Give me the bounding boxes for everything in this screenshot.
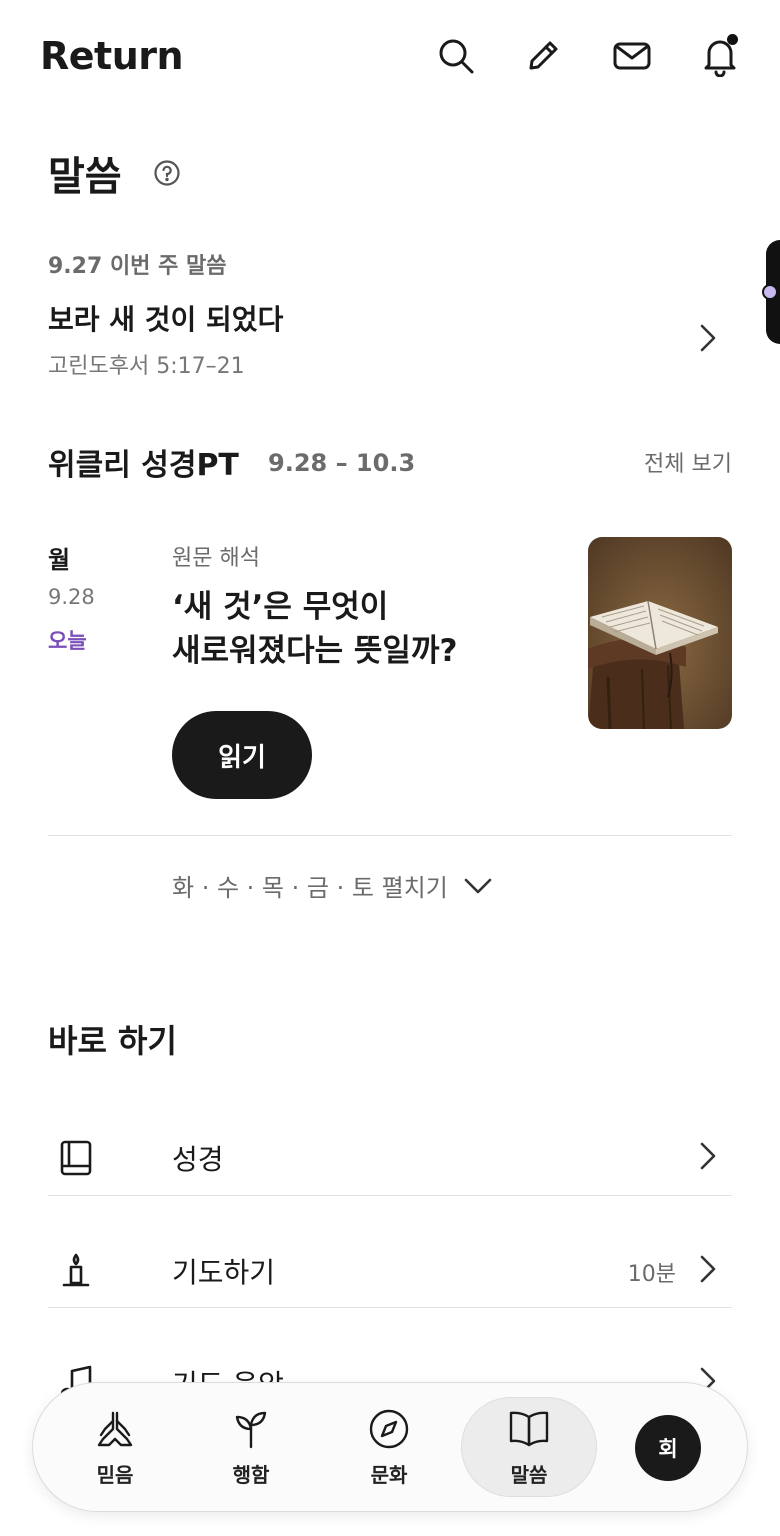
app-title: Return: [40, 34, 184, 78]
open-book-icon: [509, 1411, 549, 1446]
weekly-word-subtitle: 9.27 이번 주 말씀: [48, 254, 227, 279]
article-category: 원문 해석: [172, 546, 260, 571]
weekly-word-title: 보라 새 것이 되었다: [48, 303, 284, 336]
notification-button[interactable]: [698, 34, 742, 78]
notification-dot: [727, 34, 738, 45]
tab-faith[interactable]: 믿음: [47, 1397, 183, 1497]
pencil-icon: [529, 41, 558, 70]
tab-label: 행함: [232, 1462, 270, 1487]
day-date: 9.28: [48, 585, 95, 609]
quick-actions-title: 바로 하기: [48, 1022, 177, 1060]
mail-button[interactable]: [610, 34, 654, 78]
chevron-right-icon: [700, 324, 716, 352]
candle-icon: [62, 1253, 90, 1287]
quick-item-prayer[interactable]: 기도하기 10분: [48, 1231, 732, 1343]
sprout-icon: [235, 1411, 267, 1448]
quick-item-bible[interactable]: 성경: [48, 1118, 732, 1230]
view-all-link[interactable]: 전체 보기: [644, 446, 732, 478]
tab-action[interactable]: 행함: [183, 1397, 319, 1497]
chevron-right-icon: [700, 1255, 716, 1283]
praying-hands-icon: [97, 1411, 133, 1446]
quick-item-duration: 10분: [627, 1262, 676, 1287]
quick-item-label: 기도하기: [172, 1256, 276, 1289]
article-thumbnail[interactable]: [588, 537, 732, 729]
help-icon[interactable]: [152, 158, 182, 188]
page-title: 말씀: [48, 154, 122, 200]
tab-word[interactable]: 말씀: [461, 1397, 597, 1497]
article-title-line: ‘새 것’은 무엇이: [172, 589, 389, 625]
mail-icon: [613, 42, 651, 70]
search-icon: [439, 39, 474, 74]
quick-item-label: 성경: [172, 1143, 224, 1176]
tab-culture[interactable]: 문화: [321, 1397, 457, 1497]
expand-week-button[interactable]: 화 · 수 · 목 · 금 · 토 펼치기: [172, 868, 494, 903]
divider: [48, 835, 732, 836]
tab-label: 문화: [370, 1462, 408, 1487]
divider: [48, 1307, 732, 1308]
tab-label: 믿음: [96, 1462, 134, 1487]
avatar[interactable]: 회: [635, 1415, 701, 1481]
tab-label: 말씀: [510, 1462, 548, 1487]
expand-label: 화 · 수 · 목 · 금 · 토 펼치기: [172, 874, 448, 902]
edge-panel-dot: [762, 284, 778, 300]
today-badge: 오늘: [48, 629, 87, 653]
divider: [48, 1195, 732, 1196]
weekly-word-reference: 고린도후서 5:17–21: [48, 354, 245, 379]
weekly-pt-title: 위클리 성경PT: [48, 448, 239, 483]
search-button[interactable]: [434, 34, 478, 78]
article-title[interactable]: ‘새 것’은 무엇이 새로워졌다는 뜻일까?: [172, 585, 572, 673]
chevron-right-icon: [700, 1142, 716, 1170]
book-icon: [60, 1140, 92, 1176]
chevron-down-icon: [464, 878, 492, 893]
weekly-pt-range: 9.28 – 10.3: [268, 449, 416, 477]
day-name: 월: [48, 546, 71, 574]
write-button[interactable]: [521, 34, 565, 78]
compass-icon: [369, 1409, 409, 1448]
read-button[interactable]: 읽기: [172, 711, 312, 799]
bottom-tab-bar: 믿음 행함 문화 말씀 회: [32, 1382, 748, 1512]
article-title-line: 새로워졌다는 뜻일까?: [172, 633, 458, 669]
